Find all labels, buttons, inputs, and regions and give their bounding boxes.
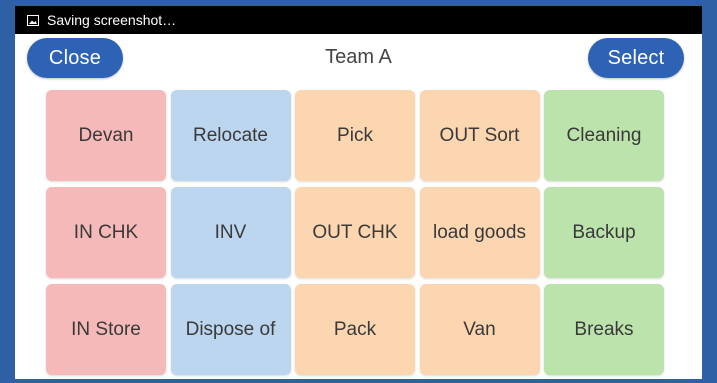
app-screen: Close Team A Select Devan Relocate Pick …	[15, 34, 702, 379]
tile-out-sort[interactable]: OUT Sort	[419, 90, 540, 181]
header-bar: Close Team A Select	[15, 34, 702, 84]
tile-relocate[interactable]: Relocate	[170, 90, 291, 181]
tile-dispose-of[interactable]: Dispose of	[170, 284, 291, 375]
tile-out-chk[interactable]: OUT CHK	[295, 187, 415, 278]
tile-inv[interactable]: INV	[170, 187, 291, 278]
image-icon	[27, 14, 39, 26]
device-frame: Saving screenshot… Close Team A Select D…	[0, 0, 717, 383]
tile-breaks[interactable]: Breaks	[544, 284, 664, 375]
tile-pack[interactable]: Pack	[295, 284, 415, 375]
tile-backup[interactable]: Backup	[544, 187, 664, 278]
tile-cleaning[interactable]: Cleaning	[544, 90, 664, 181]
tile-in-store[interactable]: IN Store	[46, 284, 166, 375]
tile-devan[interactable]: Devan	[46, 90, 166, 181]
task-grid: Devan Relocate Pick OUT Sort Cleaning IN…	[46, 90, 664, 375]
select-button[interactable]: Select	[588, 38, 684, 78]
tile-in-chk[interactable]: IN CHK	[46, 187, 166, 278]
tile-pick[interactable]: Pick	[295, 90, 415, 181]
status-text: Saving screenshot…	[47, 12, 177, 28]
tile-load-goods[interactable]: load goods	[419, 187, 540, 278]
status-bar: Saving screenshot…	[15, 6, 702, 34]
tile-van[interactable]: Van	[419, 284, 540, 375]
